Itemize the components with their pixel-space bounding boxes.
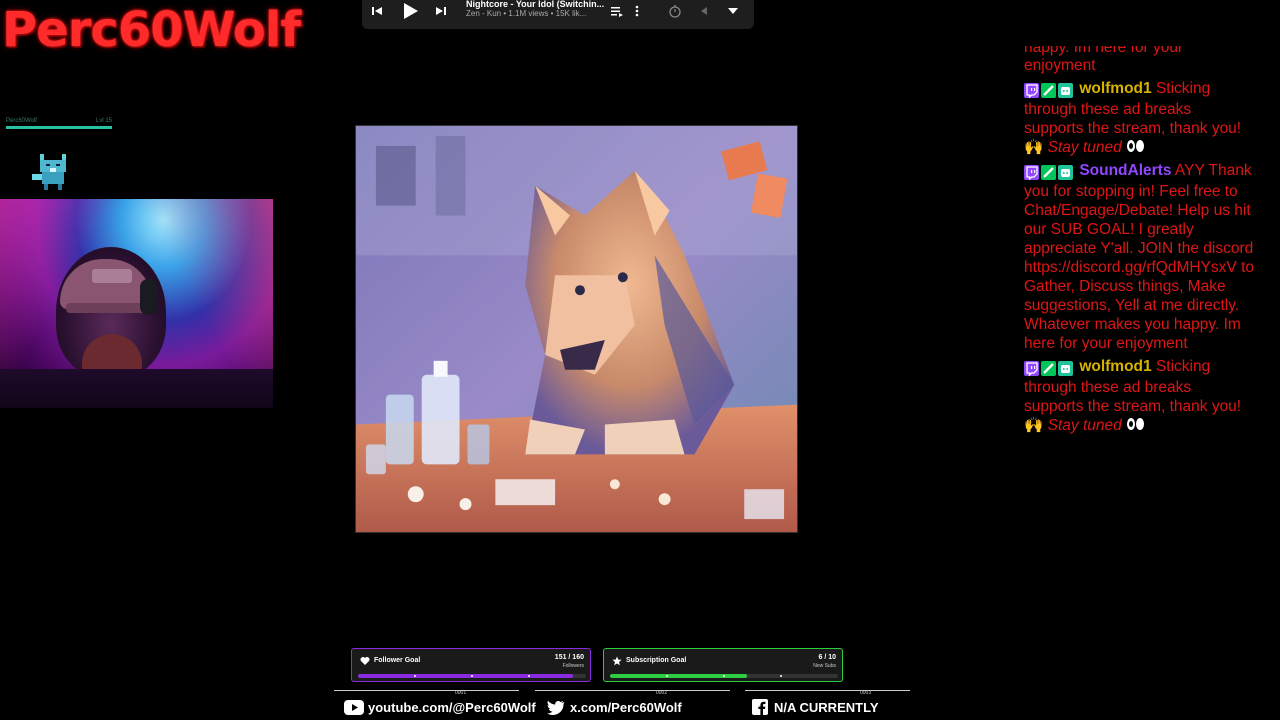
eyes-emote-icon xyxy=(1126,418,1146,432)
viewer-status-bar: Perc60Wolf Lvl 15 xyxy=(6,118,112,132)
eyes-emote-icon xyxy=(1126,140,1146,154)
more-icon[interactable] xyxy=(634,4,640,20)
twitch-badge-icon xyxy=(1024,165,1039,181)
status-fill xyxy=(6,126,112,129)
chat-text: AYY Thank you for stopping in! Feel free… xyxy=(1024,162,1255,352)
wolf-artwork xyxy=(355,125,798,533)
chat-emphasis: Stay tuned xyxy=(1047,139,1122,156)
sword-badge-icon xyxy=(1041,165,1056,181)
social-twitter[interactable]: x.com/Perc60Wolf xyxy=(546,699,682,715)
heart-icon xyxy=(360,657,370,665)
chat-badges xyxy=(1024,81,1075,100)
play-icon[interactable] xyxy=(400,1,420,23)
chat-username[interactable]: wolfmod1 xyxy=(1079,358,1151,375)
youtube-icon xyxy=(344,699,364,715)
bot-badge-icon xyxy=(1058,361,1073,377)
subscription-goal-title: Subscription Goal xyxy=(626,657,687,664)
social-twitter-label: x.com/Perc60Wolf xyxy=(570,699,682,715)
bot-badge-icon xyxy=(1058,83,1073,99)
follower-goal: Follower Goal 151 / 160 Followers xyxy=(351,648,591,682)
previous-icon[interactable] xyxy=(370,4,384,20)
chat-message-partial: happy. Im here for your enjoyment xyxy=(1024,46,1254,75)
twitter-icon xyxy=(546,699,566,715)
subscription-goal: Subscription Goal 6 / 10 New Subs xyxy=(603,648,843,682)
twitch-badge-icon xyxy=(1024,361,1039,377)
status-level: Lvl 15 xyxy=(95,118,112,124)
status-name: Perc60Wolf xyxy=(6,118,37,124)
facebook-icon xyxy=(750,699,770,715)
timer-icon[interactable] xyxy=(668,4,682,20)
social-facebook-label: N/A CURRENTLY xyxy=(774,699,879,715)
sword-badge-icon xyxy=(1041,361,1056,377)
chevron-down-icon[interactable] xyxy=(726,4,740,20)
divider-tick-2: 0002 xyxy=(656,690,668,696)
queue-icon[interactable] xyxy=(610,4,624,20)
bot-badge-icon xyxy=(1058,165,1073,181)
collapse-left-icon[interactable] xyxy=(698,4,710,20)
star-icon xyxy=(612,656,622,666)
subscription-goal-unit: New Subs xyxy=(813,663,836,669)
chat-message: SoundAlerts AYY Thank you for stopping i… xyxy=(1024,161,1254,353)
chat-message: wolfmod1 Sticking through these ad break… xyxy=(1024,357,1254,435)
pixel-wolf-icon xyxy=(32,154,66,190)
social-youtube[interactable]: youtube.com/@Perc60Wolf xyxy=(344,699,536,715)
video-subtitle: Zen - Kun • 1.1M views • 15K lik... xyxy=(466,9,587,18)
chat-emphasis: Stay tuned xyxy=(1047,417,1122,434)
divider-tick-3: 0003 xyxy=(860,690,872,696)
follower-goal-value: 151 / 160 xyxy=(554,654,584,661)
next-icon[interactable] xyxy=(434,4,448,20)
social-facebook[interactable]: N/A CURRENTLY xyxy=(750,699,879,715)
chat-message: wolfmod1 Sticking through these ad break… xyxy=(1024,79,1254,157)
stream-overlay: Perc60Wolf Perc60Wolf Lvl 15 Nightcore -… xyxy=(0,0,1280,720)
webcam-feed xyxy=(0,199,273,408)
divider-tick-1: 0001 xyxy=(455,690,467,696)
twitch-badge-icon xyxy=(1024,83,1039,99)
channel-logo: Perc60Wolf xyxy=(2,2,301,58)
chat-partial-end: enjoyment xyxy=(1024,57,1096,74)
sword-badge-icon xyxy=(1041,83,1056,99)
follower-goal-title: Follower Goal xyxy=(374,657,421,664)
chat-partial-line: happy. Im here for your xyxy=(1024,46,1184,56)
follower-goal-unit: Followers xyxy=(562,663,584,669)
chat-badges xyxy=(1024,359,1075,378)
social-youtube-label: youtube.com/@Perc60Wolf xyxy=(368,699,536,715)
chat-username[interactable]: wolfmod1 xyxy=(1079,80,1151,97)
subscription-goal-value: 6 / 10 xyxy=(818,654,836,661)
chat-username[interactable]: SoundAlerts xyxy=(1079,162,1171,179)
chat-badges xyxy=(1024,163,1075,182)
chat-panel: happy. Im here for your enjoyment wolfmo… xyxy=(1024,46,1254,439)
video-title: Nightcore - Your Idol (Switchin... xyxy=(466,0,605,9)
youtube-mini-player: Nightcore - Your Idol (Switchin... Zen -… xyxy=(362,0,754,29)
status-track xyxy=(6,126,112,129)
